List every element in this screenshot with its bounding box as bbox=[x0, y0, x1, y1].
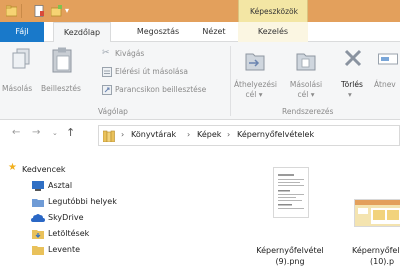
image-thumbnail bbox=[273, 167, 309, 218]
nav-item-downloads[interactable]: Letöltések bbox=[48, 226, 89, 242]
recent-locations-icon[interactable]: ⌄ bbox=[52, 129, 58, 137]
qat-dropdown-icon[interactable]: ▾ bbox=[65, 6, 69, 15]
navigation-bar: ← → ⌄ ↑ › Könyvtárak › Képek › Képernyőf… bbox=[0, 121, 400, 149]
tab-file[interactable]: Fájl bbox=[0, 22, 44, 42]
desktop-icon bbox=[32, 181, 44, 193]
new-folder-icon[interactable] bbox=[50, 5, 62, 17]
picture-tools-context-group: Képeszközök bbox=[238, 0, 308, 23]
nav-item-recent-places[interactable]: Legutóbbi helyek bbox=[48, 194, 117, 210]
forward-arrow-icon[interactable]: → bbox=[32, 127, 40, 138]
paste-shortcut-icon bbox=[102, 85, 112, 97]
breadcrumb-pictures[interactable]: Képek bbox=[197, 130, 221, 139]
breadcrumb-separator: › bbox=[121, 130, 125, 139]
paste-shortcut-label: Parancsikon beillesztése bbox=[115, 85, 207, 94]
ribbon-tab-bar: Fájl Kezdőlap Megosztás Nézet Kezelés bbox=[0, 22, 400, 43]
nav-favorites[interactable]: Kedvencek bbox=[22, 162, 66, 178]
file-name-line1: Képernyőfelv bbox=[352, 246, 400, 255]
organize-group-label: Rendszerezés bbox=[282, 107, 334, 116]
context-group-title: Képeszközök bbox=[250, 7, 298, 16]
navigation-pane: ★ Kedvencek Asztal Legutóbbi helyek SkyD… bbox=[0, 149, 250, 278]
file-item[interactable]: Képernyőfelvétel (9).png bbox=[250, 159, 330, 271]
scissors-icon: ✂ bbox=[102, 48, 110, 58]
delete-button[interactable]: Törlés ▾ bbox=[338, 46, 368, 104]
properties-icon[interactable] bbox=[34, 5, 45, 17]
move-to-button[interactable]: Áthelyezési cél ▾ bbox=[234, 46, 277, 104]
downloads-folder-icon bbox=[32, 228, 44, 241]
copy-to-icon bbox=[296, 48, 316, 74]
folder-icon bbox=[32, 244, 44, 257]
delete-dropdown: ▾ bbox=[348, 90, 352, 99]
library-folder-icon bbox=[102, 130, 115, 144]
move-to-sublabel: cél ▾ bbox=[245, 90, 263, 99]
delete-x-icon bbox=[344, 49, 362, 69]
tab-home[interactable]: Kezdőlap bbox=[53, 22, 111, 43]
paste-button[interactable]: Beillesztés bbox=[40, 46, 86, 93]
file-name-line1: Képernyőfelvétel bbox=[256, 246, 324, 255]
copy-to-label: Másolási bbox=[289, 80, 323, 89]
file-list: Képernyőfelvétel (9).png Képernyőfelv (1… bbox=[250, 149, 400, 278]
qat-separator bbox=[21, 4, 22, 18]
rename-icon bbox=[378, 52, 398, 68]
clipboard-icon bbox=[52, 47, 72, 75]
skydrive-cloud-icon bbox=[31, 213, 45, 225]
copy-to-sublabel: cél ▾ bbox=[297, 90, 315, 99]
star-icon: ★ bbox=[8, 162, 17, 173]
file-name-line2: (10).p bbox=[370, 257, 395, 266]
ribbon: Másolás Beillesztés ✂ Kivágás Elérési út… bbox=[0, 42, 400, 120]
clipboard-group-label: Vágólap bbox=[98, 107, 128, 116]
rename-label: Átnev bbox=[374, 80, 396, 89]
copy-label: Másolás bbox=[2, 84, 33, 93]
copy-button[interactable]: Másolás bbox=[2, 46, 36, 93]
nav-item-levente[interactable]: Levente bbox=[48, 242, 80, 258]
nav-item-desktop[interactable]: Asztal bbox=[48, 178, 72, 194]
breadcrumb-libraries[interactable]: Könyvtárak bbox=[131, 130, 176, 139]
file-item[interactable]: Képernyőfelv (10).p bbox=[346, 159, 400, 271]
up-arrow-icon[interactable]: ↑ bbox=[66, 126, 75, 139]
tab-manage[interactable]: Kezelés bbox=[238, 22, 308, 42]
image-thumbnail bbox=[354, 199, 400, 227]
breadcrumb-separator: › bbox=[227, 130, 231, 139]
file-name-line2: (9).png bbox=[275, 257, 305, 266]
group-separator bbox=[230, 46, 231, 116]
breadcrumb-screenshots[interactable]: Képernyőfelvételek bbox=[237, 130, 314, 139]
copy-icon bbox=[12, 48, 30, 72]
folder-icon[interactable] bbox=[5, 5, 18, 17]
tab-share[interactable]: Megosztás bbox=[126, 22, 190, 42]
breadcrumb-separator: › bbox=[187, 130, 191, 139]
paste-label: Beillesztés bbox=[41, 84, 81, 93]
title-bar: ▾ Képeszközök bbox=[0, 0, 400, 23]
copy-path-icon bbox=[102, 67, 112, 79]
nav-item-skydrive[interactable]: SkyDrive bbox=[48, 210, 84, 226]
rename-button[interactable]: Átnev bbox=[372, 46, 400, 104]
back-arrow-icon[interactable]: ← bbox=[12, 127, 20, 138]
address-bar[interactable]: › Könyvtárak › Képek › Képernyőfelvétele… bbox=[98, 125, 400, 146]
move-to-label: Áthelyezési bbox=[234, 80, 277, 89]
cut-label: Kivágás bbox=[115, 49, 145, 58]
delete-label: Törlés bbox=[341, 80, 363, 89]
tab-view[interactable]: Nézet bbox=[194, 22, 234, 42]
recent-places-icon bbox=[32, 197, 44, 209]
copy-path-label: Elérési út másolása bbox=[115, 67, 189, 76]
move-to-icon bbox=[245, 48, 265, 74]
copy-to-button[interactable]: Másolási cél ▾ bbox=[286, 46, 326, 104]
